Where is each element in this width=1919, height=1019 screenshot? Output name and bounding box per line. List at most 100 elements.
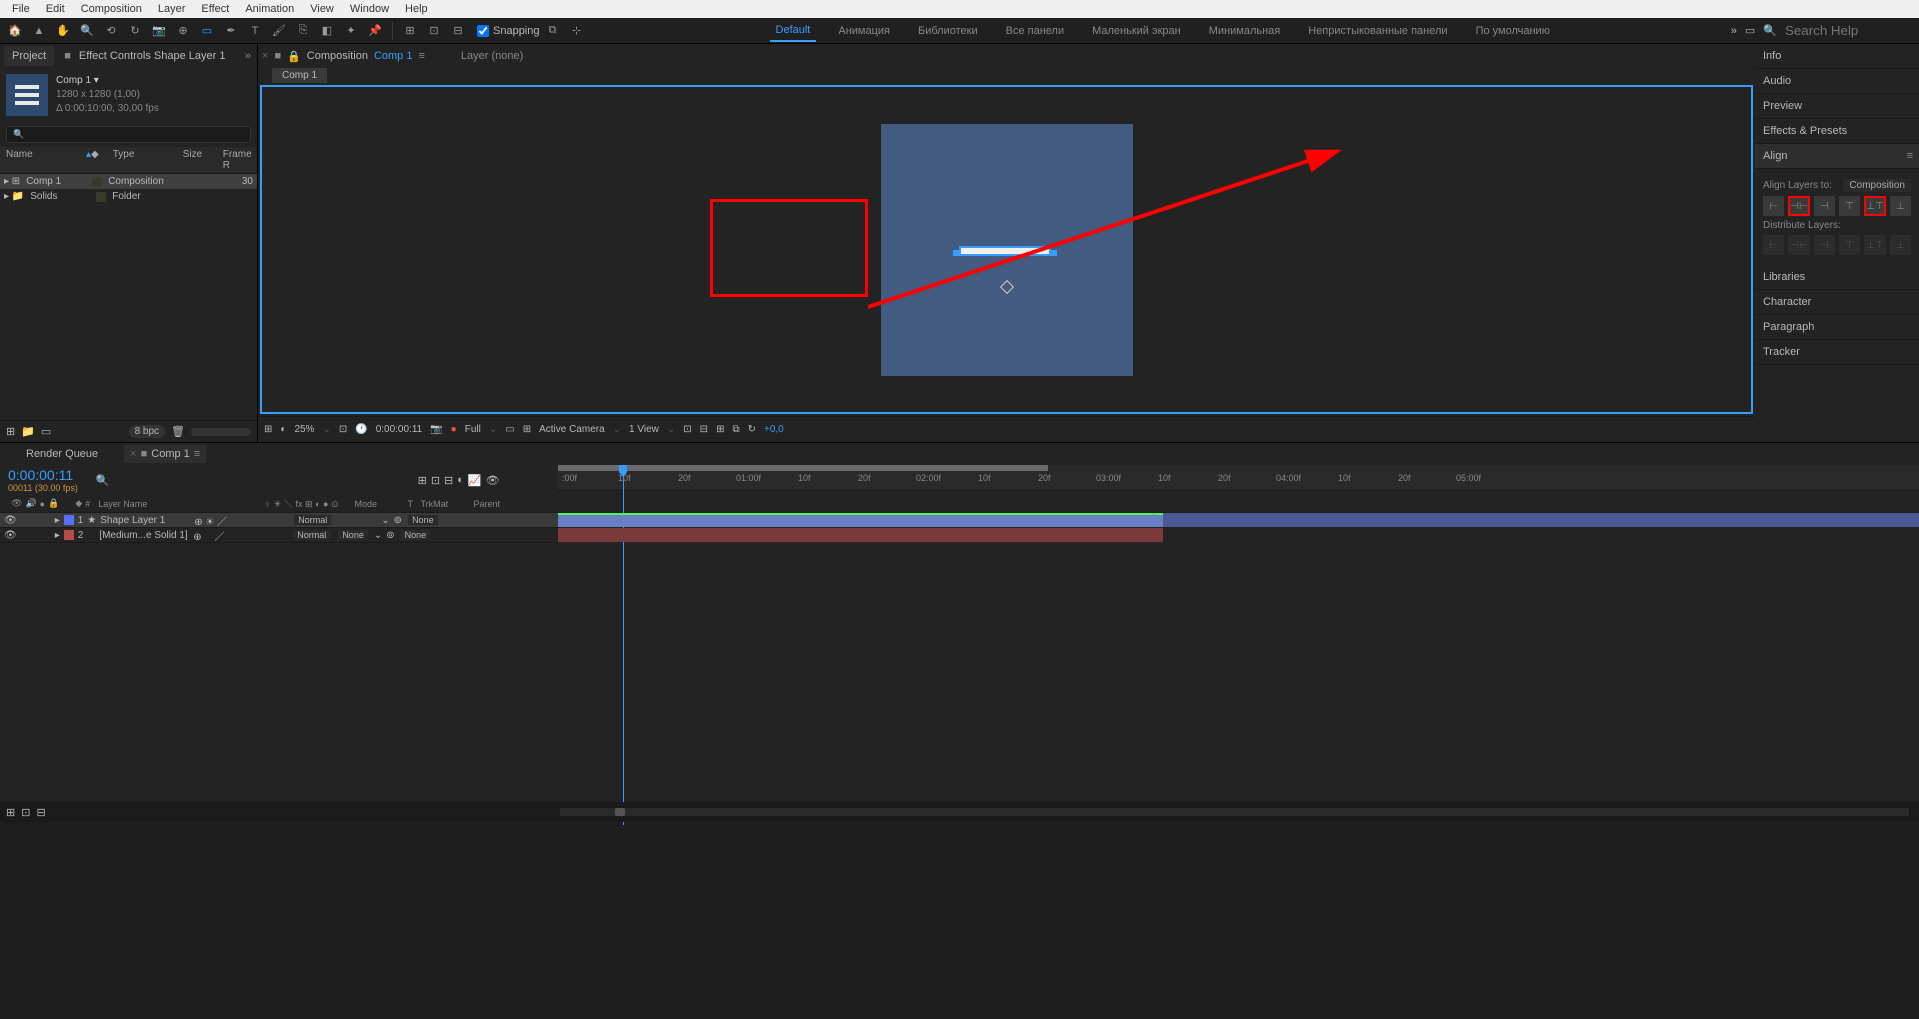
rectangle-tool-icon[interactable]: ▭ xyxy=(196,20,218,42)
trkmat-header[interactable]: TrkMat xyxy=(421,499,471,509)
selection-tool-icon[interactable]: ▲ xyxy=(28,20,50,42)
track-bar[interactable] xyxy=(558,528,1163,542)
orbit-tool-icon[interactable]: ⟲ xyxy=(100,20,122,42)
menu-help[interactable]: Help xyxy=(397,1,436,17)
pixel-aspect-icon[interactable]: ⊡ xyxy=(683,424,691,435)
workspace-undocked[interactable]: Непристыкованные панели xyxy=(1302,21,1453,41)
workspace-small-screen[interactable]: Маленький экран xyxy=(1086,21,1187,41)
shy-icon[interactable]: 👁 xyxy=(486,474,500,487)
preview-panel-header[interactable]: Preview xyxy=(1755,94,1919,119)
rotation-tool-icon[interactable]: ↻ xyxy=(124,20,146,42)
audio-icon[interactable]: 🔊 xyxy=(25,498,36,509)
toggle-alpha-icon[interactable]: ◐ xyxy=(280,424,286,435)
workspace-libraries[interactable]: Библиотеки xyxy=(912,21,984,41)
zoom-tool-icon[interactable]: 🔍 xyxy=(76,20,98,42)
frame-blend-icon[interactable]: ⊟ xyxy=(444,474,453,487)
paragraph-panel-header[interactable]: Paragraph xyxy=(1755,315,1919,340)
draft3d-icon[interactable]: ⊡ xyxy=(431,474,440,487)
motion-blur-icon[interactable]: ◐ xyxy=(457,474,464,486)
panel-menu-icon[interactable]: ≡ xyxy=(1907,150,1913,162)
align-h-center-button[interactable]: ⊣⊢ xyxy=(1788,196,1809,216)
clone-tool-icon[interactable]: ⎘ xyxy=(292,20,314,42)
effect-controls-tab[interactable]: Effect Controls Shape Layer 1 xyxy=(71,46,234,66)
render-queue-tab[interactable]: Render Queue xyxy=(20,445,104,463)
view-axis-icon[interactable]: ⊟ xyxy=(447,20,469,42)
panel-overflow-icon[interactable]: » xyxy=(245,50,257,62)
resolution-icon[interactable]: ⊡ xyxy=(339,424,347,435)
menu-animation[interactable]: Animation xyxy=(237,1,302,17)
menu-window[interactable]: Window xyxy=(342,1,397,17)
timeline-tracks[interactable] xyxy=(558,513,1919,543)
comp-icon[interactable]: ▭ xyxy=(41,425,51,438)
transparency-grid-icon[interactable]: ⊞ xyxy=(523,424,531,435)
magnify-icon[interactable]: ⊞ xyxy=(264,424,272,435)
project-row-comp[interactable]: ▸ ⊞ Comp 1 Composition 30 xyxy=(0,174,257,189)
info-panel-header[interactable]: Info xyxy=(1755,44,1919,69)
pen-tool-icon[interactable]: ✒ xyxy=(220,20,242,42)
lock-icon[interactable]: 🔒 xyxy=(48,498,59,509)
flowchart-icon[interactable]: ⧉ xyxy=(732,424,739,435)
layer-name[interactable]: Shape Layer 1 xyxy=(100,515,190,526)
label-icon[interactable]: ◆ xyxy=(91,149,99,171)
toggle-switches-icon[interactable]: ⊞ xyxy=(6,806,15,819)
menu-composition[interactable]: Composition xyxy=(73,1,150,17)
graph-editor-icon[interactable]: 📈 xyxy=(468,474,482,487)
audio-panel-header[interactable]: Audio xyxy=(1755,69,1919,94)
track-bar[interactable] xyxy=(558,513,1163,527)
timecode-display[interactable]: 0:00:00:11 xyxy=(376,424,423,435)
comp-mini-icon[interactable]: ⊞ xyxy=(418,474,427,487)
layer-swatch[interactable] xyxy=(64,530,74,540)
project-row-solids[interactable]: ▸ 📁 Solids Folder xyxy=(0,189,257,204)
shape-layer-rect[interactable] xyxy=(959,246,1051,256)
local-axis-icon[interactable]: ⊞ xyxy=(399,20,421,42)
tracker-panel-header[interactable]: Tracker xyxy=(1755,340,1919,365)
header-name[interactable]: Name xyxy=(6,149,86,171)
search-help-input[interactable] xyxy=(1785,23,1905,38)
bpc-indicator[interactable]: 8 bpc xyxy=(129,425,165,438)
frame-icon[interactable]: 🕐 xyxy=(355,424,367,435)
exposure-value[interactable]: +0,0 xyxy=(764,424,784,435)
workspace-minimal[interactable]: Минимальная xyxy=(1203,21,1287,41)
toggle-modes-icon[interactable]: ⊡ xyxy=(21,806,30,819)
workspace-animation[interactable]: Анимация xyxy=(832,21,896,41)
label-header-icon[interactable]: ◆ xyxy=(75,498,82,509)
timeline-comp-tab[interactable]: × ■ Comp 1 ≡ xyxy=(124,445,206,463)
brush-tool-icon[interactable]: 🖌 xyxy=(268,20,290,42)
type-tool-icon[interactable]: T xyxy=(244,20,266,42)
viewer-breadcrumb-comp[interactable]: Comp 1 xyxy=(374,50,413,62)
camera-tool-icon[interactable]: 📷 xyxy=(148,20,170,42)
header-type[interactable]: Type xyxy=(113,149,183,171)
eye-icon[interactable]: 👁 xyxy=(4,515,17,526)
eraser-tool-icon[interactable]: ◧ xyxy=(316,20,338,42)
zoom-dropdown[interactable]: 25% xyxy=(294,424,314,435)
layer-row-1[interactable]: 👁 ▸ 1 ★ Shape Layer 1 ⊕ ☀ ／ Normal ⌄ ⊚ N… xyxy=(0,513,558,528)
timeline-timecode[interactable]: 0:00:00:11 xyxy=(8,467,78,483)
timeline-ruler[interactable]: :00f 10f 20f 01:00f 10f 20f 02:00f 10f 2… xyxy=(558,465,1919,491)
fast-preview-icon[interactable]: ⊟ xyxy=(700,424,708,435)
menu-view[interactable]: View xyxy=(302,1,342,17)
align-v-center-button[interactable]: ⊥⊤ xyxy=(1864,196,1885,216)
workspace-default[interactable]: Default xyxy=(770,20,817,42)
align-bottom-button[interactable]: ⊥ xyxy=(1890,196,1911,216)
layer-name[interactable]: [Medium...e Solid 1] xyxy=(99,530,189,541)
header-size[interactable]: Size xyxy=(183,149,223,171)
effects-presets-panel-header[interactable]: Effects & Presets xyxy=(1755,119,1919,144)
align-right-button[interactable]: ⊣ xyxy=(1814,196,1835,216)
pan-behind-tool-icon[interactable]: ⊕ xyxy=(172,20,194,42)
work-area-bar[interactable] xyxy=(558,465,1048,471)
composition-canvas[interactable] xyxy=(881,124,1133,376)
align-top-button[interactable]: ⊤ xyxy=(1839,196,1860,216)
mode-header[interactable]: Mode xyxy=(355,499,405,509)
menu-file[interactable]: File xyxy=(4,1,38,17)
workspace-all-panels[interactable]: Все панели xyxy=(1000,21,1070,41)
snapshot-icon[interactable]: 📷 xyxy=(430,424,442,435)
track-1[interactable] xyxy=(558,513,1919,527)
eye-icon[interactable]: 👁 xyxy=(4,530,17,541)
workspace-standard[interactable]: По умолчанию xyxy=(1470,21,1556,41)
layer-swatch[interactable] xyxy=(64,515,74,525)
roi-icon[interactable]: ▭ xyxy=(505,424,514,435)
parent-dropdown[interactable]: None xyxy=(401,530,431,540)
canvas-area[interactable] xyxy=(260,85,1753,414)
header-frame[interactable]: Frame R xyxy=(223,149,252,171)
interp-icon[interactable]: ⊞ xyxy=(6,425,15,438)
